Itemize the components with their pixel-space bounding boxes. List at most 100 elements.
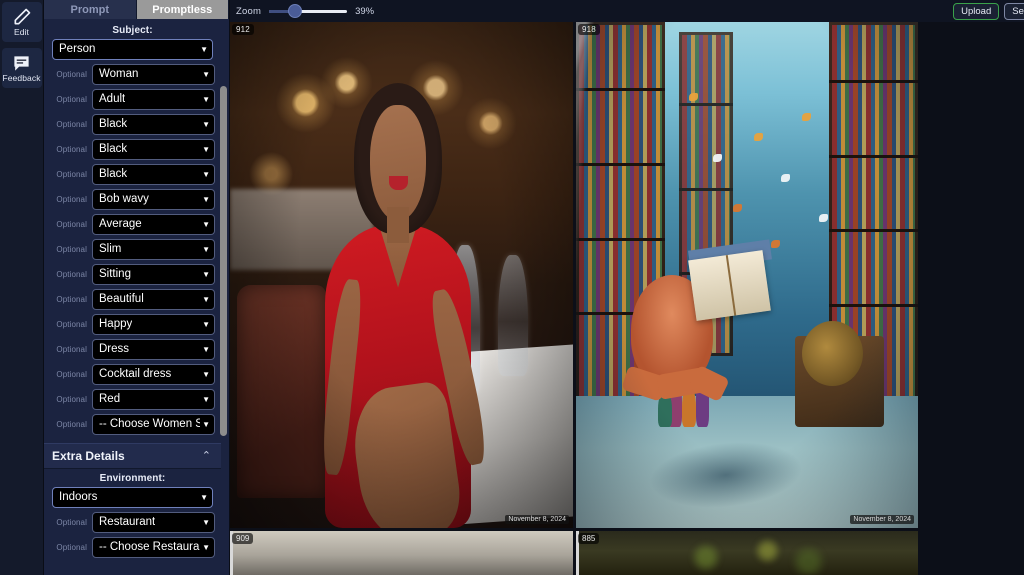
subject-optional-rows: Optional Woman ▼ Optional Adult ▼ Optional Blac… — [50, 63, 215, 435]
chevron-down-icon: ▼ — [200, 44, 208, 54]
panel-scrollbar[interactable] — [220, 0, 227, 575]
environment-primary-row: Indoors ▼ — [50, 486, 215, 508]
subject-row-1: Optional Adult ▼ — [50, 88, 215, 110]
strip-artwork-0 — [230, 531, 573, 575]
main-stage: Zoom 39% Upload Selec — [230, 0, 1024, 575]
subject-row-9: Optional Beautiful ▼ — [50, 288, 215, 310]
chevron-down-icon: ▼ — [202, 144, 210, 154]
environment-indoors-select[interactable]: Indoors ▼ — [52, 486, 213, 508]
subject-select-1[interactable]: Adult ▼ — [92, 88, 215, 110]
subject-select-9[interactable]: Beautiful ▼ — [92, 288, 215, 310]
strip-artwork-1 — [576, 531, 918, 575]
chevron-down-icon: ▼ — [202, 119, 210, 129]
subject-value-8: Sitting — [99, 268, 131, 280]
subject-value-13: Red — [99, 393, 121, 405]
chevron-down-icon: ▼ — [202, 194, 210, 204]
subject-select-5[interactable]: Bob wavy ▼ — [92, 188, 215, 210]
artwork-restaurant-portrait — [230, 22, 573, 528]
chevron-up-icon[interactable]: ⌃ — [202, 450, 211, 462]
subject-select-2[interactable]: Black ▼ — [92, 113, 215, 135]
panel-scrollbar-thumb[interactable] — [220, 86, 227, 436]
zoom-slider-knob[interactable] — [287, 4, 302, 18]
subject-value-2: Black — [99, 118, 128, 130]
gallery-item-timestamp: November 8, 2024 — [850, 515, 914, 524]
subject-optional-label-4: Optional — [56, 169, 87, 179]
environment-select-1[interactable]: -- Choose Restaurant ▼ — [92, 536, 215, 558]
subject-row-5: Optional Bob wavy ▼ — [50, 188, 215, 210]
chevron-down-icon: ▼ — [202, 542, 210, 552]
subject-person-value: Person — [59, 43, 96, 55]
chevron-down-icon: ▼ — [202, 319, 210, 329]
subject-optional-label-5: Optional — [56, 194, 87, 204]
rail-item-edit[interactable]: Edit — [1, 2, 42, 42]
environment-select-0[interactable]: Restaurant ▼ — [92, 511, 215, 533]
subject-select-13[interactable]: Red ▼ — [92, 388, 215, 410]
chevron-down-icon: ▼ — [202, 517, 210, 527]
subject-value-7: Slim — [99, 243, 122, 255]
subject-select-3[interactable]: Black ▼ — [92, 138, 215, 160]
gallery-strip-row: 909 885 — [230, 531, 918, 575]
subject-select-8[interactable]: Sitting ▼ — [92, 263, 215, 285]
subject-row-10: Optional Happy ▼ — [50, 313, 215, 335]
subject-person-select[interactable]: Person ▼ — [52, 38, 213, 60]
subject-title: Subject: — [112, 25, 153, 36]
upload-button[interactable]: Upload — [953, 2, 1000, 20]
gallery-strip-0[interactable]: 909 — [230, 531, 573, 575]
subject-row-11: Optional Dress ▼ — [50, 338, 215, 360]
stage-toolbar: Zoom 39% Upload Selec — [230, 0, 1024, 22]
subject-primary-row: Person ▼ — [50, 38, 215, 60]
gallery-strip-id: 909 — [232, 533, 254, 544]
subject-optional-label-14: Optional — [56, 419, 87, 429]
tab-promptless[interactable]: Promptless — [136, 0, 229, 19]
subject-value-9: Beautiful — [99, 293, 144, 305]
control-panel: Prompt Promptless Subject: Person ▼ Opti… — [44, 0, 230, 575]
extra-details-title: Extra Details — [52, 449, 125, 463]
image-canvas[interactable]: 912 November 8, 2024 918 November 8, 202… — [230, 22, 1024, 575]
subject-value-14: -- Choose Women Sh — [99, 418, 201, 430]
rail-item-feedback[interactable]: Feedback — [1, 48, 42, 88]
panel-scroll-area: Subject: Person ▼ Optional Woman ▼ Optional… — [44, 19, 229, 575]
panel-content: Subject: Person ▼ Optional Woman ▼ Optional… — [44, 19, 229, 565]
gallery-item-id: 918 — [578, 24, 600, 35]
gallery-row: 912 November 8, 2024 918 November 8, 202… — [230, 22, 918, 528]
speech-bubble-icon — [12, 54, 31, 73]
subject-row-0: Optional Woman ▼ — [50, 63, 215, 85]
subject-row-8: Optional Sitting ▼ — [50, 263, 215, 285]
subject-optional-label-7: Optional — [56, 244, 87, 254]
subject-select-7[interactable]: Slim ▼ — [92, 238, 215, 260]
extra-details-header[interactable]: Extra Details ⌃ — [44, 443, 221, 469]
subject-value-6: Average — [99, 218, 142, 230]
tab-prompt[interactable]: Prompt — [44, 0, 137, 19]
chevron-down-icon: ▼ — [202, 394, 210, 404]
subject-select-6[interactable]: Average ▼ — [92, 213, 215, 235]
subject-select-0[interactable]: Woman ▼ — [92, 63, 215, 85]
extra-details-optional-rows: Optional Restaurant ▼ Optional -- Choose Res… — [50, 511, 215, 558]
gallery-item-1[interactable]: 918 November 8, 2024 — [576, 22, 918, 528]
subject-row-7: Optional Slim ▼ — [50, 238, 215, 260]
select-button[interactable]: Selec — [1004, 2, 1024, 20]
chevron-down-icon: ▼ — [202, 369, 210, 379]
gallery-item-id: 912 — [232, 24, 254, 35]
subject-select-10[interactable]: Happy ▼ — [92, 313, 215, 335]
gallery-strip-1[interactable]: 885 — [576, 531, 918, 575]
subject-row-2: Optional Black ▼ — [50, 113, 215, 135]
subject-select-11[interactable]: Dress ▼ — [92, 338, 215, 360]
zoom-slider[interactable] — [269, 4, 348, 18]
environment-optional-label-0: Optional — [56, 517, 87, 527]
subject-select-4[interactable]: Black ▼ — [92, 163, 215, 185]
subject-optional-label-13: Optional — [56, 394, 87, 404]
chevron-down-icon: ▼ — [200, 492, 208, 502]
subject-row-4: Optional Black ▼ — [50, 163, 215, 185]
zoom-value: 39% — [355, 5, 375, 17]
left-rail: Edit Feedback — [0, 0, 44, 575]
chevron-down-icon: ▼ — [202, 94, 210, 104]
chevron-down-icon: ▼ — [202, 294, 210, 304]
chevron-down-icon: ▼ — [202, 244, 210, 254]
subject-select-14[interactable]: -- Choose Women Sh ▼ — [92, 413, 215, 435]
subject-select-12[interactable]: Cocktail dress ▼ — [92, 363, 215, 385]
gallery-item-0[interactable]: 912 November 8, 2024 — [230, 22, 573, 528]
chevron-down-icon: ▼ — [202, 219, 210, 229]
subject-value-1: Adult — [99, 93, 126, 105]
zoom-label: Zoom — [236, 5, 262, 17]
subject-optional-label-2: Optional — [56, 119, 87, 129]
